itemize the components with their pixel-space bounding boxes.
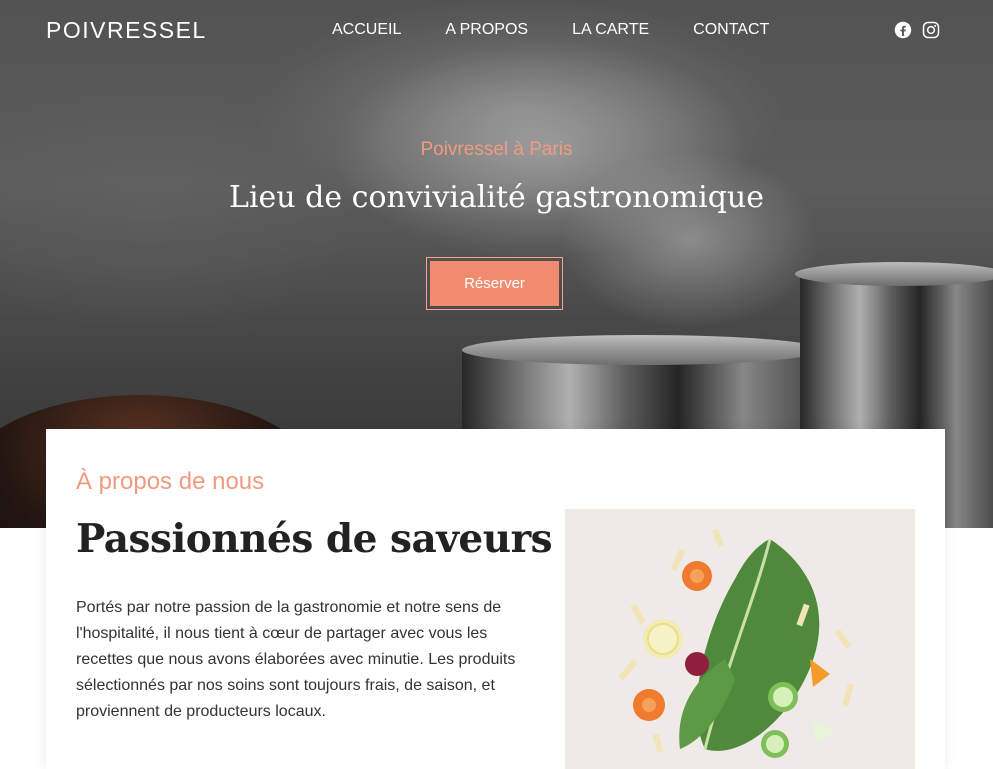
- about-title: Passionnés de saveurs: [76, 516, 553, 562]
- about-text: Portés par notre passion de la gastronom…: [76, 599, 516, 720]
- vegetables-image: [565, 509, 915, 769]
- social-links: [894, 21, 940, 39]
- nav-item-a-propos[interactable]: A PROPOS: [445, 21, 528, 39]
- about-card: À propos de nous Passionnés de saveurs P…: [46, 429, 945, 769]
- reserve-button[interactable]: Réserver: [430, 261, 559, 306]
- brand-logo[interactable]: POIVRESSEL: [46, 17, 207, 44]
- instagram-icon[interactable]: [922, 21, 940, 39]
- hero-subtitle: Poivressel à Paris: [420, 139, 573, 160]
- facebook-icon[interactable]: [894, 21, 912, 39]
- nav-item-la-carte[interactable]: LA CARTE: [572, 21, 649, 39]
- main-nav: ACCUEIL A PROPOS LA CARTE CONTACT: [332, 21, 813, 39]
- nav-item-accueil[interactable]: ACCUEIL: [332, 21, 401, 39]
- nav-item-contact[interactable]: CONTACT: [693, 21, 769, 39]
- about-kicker: À propos de nous: [76, 468, 265, 495]
- hero-title: Lieu de convivialité gastronomique: [229, 180, 764, 215]
- reserve-button-frame: Réserver: [426, 257, 563, 310]
